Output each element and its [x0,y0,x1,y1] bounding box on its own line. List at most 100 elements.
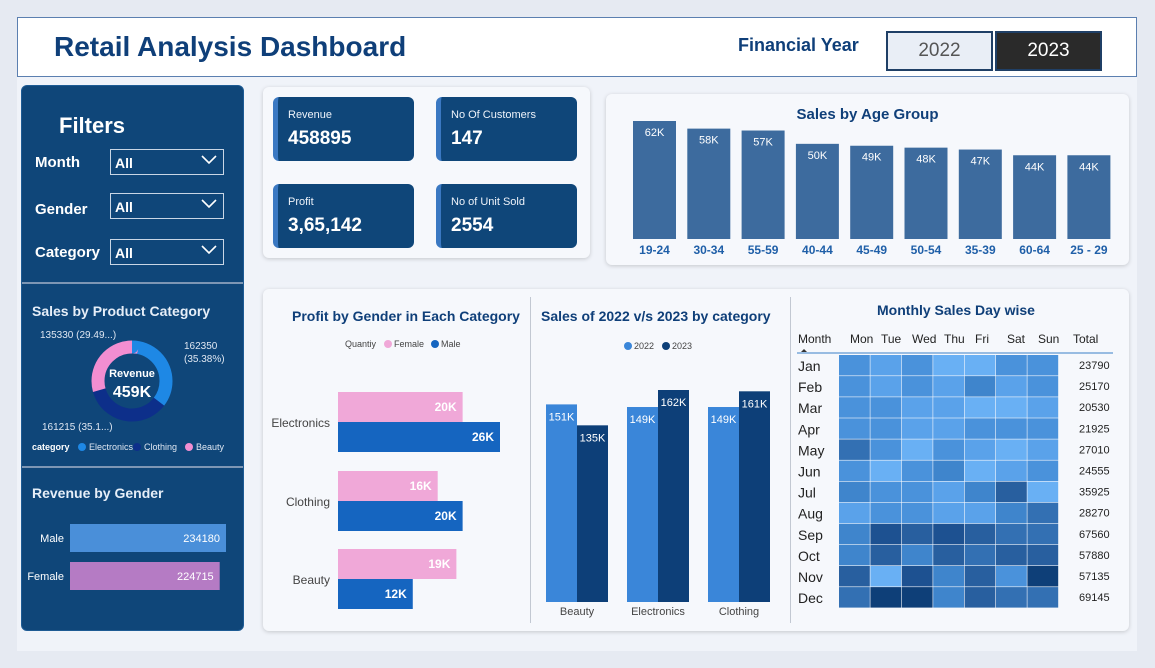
heatmap-cell [901,587,933,608]
heatmap-cell [1027,439,1059,460]
analysis-card: Profit by Gender in Each Category Quanti… [263,289,1129,631]
heatmap-cell [839,376,870,397]
age-bar-label: 58K [699,135,719,147]
profit-data-label: 12K [385,587,407,601]
legend-marker [133,443,141,451]
heatmap-month-label: Oct [798,548,820,564]
gender-filter-label: Gender [35,201,88,218]
profit-tick-label: Electronics [271,416,330,430]
heatmap-cell [839,544,870,566]
heatmap-cell [1027,376,1059,397]
gender-data-label: 224715 [177,571,214,583]
age-group-card: Sales by Age Group 62K 19-24 58K 30-34 57K 55… [606,94,1129,265]
heatmap-month-label: May [798,442,824,458]
category-filter-label: Category [35,244,101,261]
heatmap-total-value: 21925 [1079,423,1110,435]
kpi-revenue: Revenue 458895 [273,97,414,161]
heatmap-cell [996,418,1027,439]
heatmap-cell [870,439,902,460]
heatmap-column-header: Fri [975,332,989,346]
heatmap-month-label: Jul [798,485,816,501]
heatmap-total-value: 25170 [1079,381,1110,393]
filters-title: Filters [59,113,126,138]
kpi-revenue-value: 458895 [288,128,352,149]
revenue-gender-chart: Male 234180 Female 224715 [27,524,226,590]
legend-label: Beauty [196,442,225,452]
kpi-customers: No Of Customers 147 [436,97,577,161]
heatmap-cell [901,355,933,376]
heatmap-cell [839,439,870,460]
legend-marker [384,340,392,348]
kpi-customers-value: 147 [451,128,483,149]
year-2022-button[interactable]: 2022 [886,31,993,71]
age-bar-label: 57K [753,137,773,149]
heatmap-month-label: Dec [798,590,823,606]
heatmap-month-label: Jan [798,358,821,374]
heatmap-cell [933,587,964,608]
donut-legend-title: category [32,442,70,452]
heatmap-cell [839,587,870,608]
age-bar-label: 62K [645,127,665,139]
heatmap-cell [933,502,964,524]
month-filter-select[interactable]: All [110,149,224,175]
yoy-data-label: 161K [742,398,768,410]
product-category-donut-chart: Revenue 459K 162350 (35.38%) 161215 (35.1...… [32,330,225,452]
heatmap-cell [870,397,902,418]
legend-label: 2022 [634,341,654,351]
yoy-bar [627,407,658,602]
legend-label: Male [441,339,461,349]
gender-filter-select[interactable]: All [110,193,224,219]
heatmap-cell [996,355,1027,376]
yoy-bar [546,404,577,602]
heatmap-cell [839,502,870,524]
heatmap-cell [964,397,996,418]
age-bar-label: 48K [916,154,936,166]
profit-data-label: 19K [428,557,450,571]
financial-year-label: Financial Year [738,35,859,55]
heatmap-column-header: Month [798,332,831,346]
legend-marker [431,340,439,348]
kpi-profit: Profit 3,65,142 [273,184,414,248]
heatmap-month-label: Apr [798,421,820,437]
heatmap-column-header: Thu [944,332,965,346]
page-title: Retail Analysis Dashboard [54,31,407,62]
profit-gender-chart: Quantiy Female Male Electronics 20K 26K Clothi… [271,339,500,609]
category-filter-select[interactable]: All [110,239,224,265]
heatmap-cell [964,587,996,608]
heatmap-cell [870,502,902,524]
sales-yoy-chart: 2022 2023 151K 135K Beauty 149K 162K Electronic… [546,341,770,618]
kpi-units: No of Unit Sold 2554 [436,184,577,248]
donut-data-label: 162350 (35.38%) [184,341,225,365]
yoy-tick-label: Clothing [719,606,759,618]
age-bar-label: 49K [862,152,882,164]
heatmap-cell [964,566,996,587]
header-bar: Retail Analysis Dashboard Financial Year… [17,17,1137,77]
heatmap-total-value: 67560 [1079,529,1110,541]
heatmap-cell [933,355,964,376]
heatmap-month-label: Sep [798,527,823,543]
heatmap-cell [964,376,996,397]
heatmap-total-value: 57135 [1079,571,1110,583]
heatmap-cell [901,481,933,503]
profit-data-label: 20K [435,400,457,414]
heatmap-cell [964,544,996,566]
age-bar-label: 47K [971,156,991,168]
heatmap-total-value: 35925 [1079,487,1110,499]
heatmap-cell [1027,544,1059,566]
heatmap-cell [839,418,870,439]
age-tick-label: 40-44 [802,243,833,257]
year-2023-button[interactable]: 2023 [995,31,1102,71]
age-tick-label: 35-39 [965,243,996,257]
heatmap-cell [870,587,902,608]
sidebar-divider [22,282,243,284]
chevron-down-icon [201,245,217,255]
month-filter-value: All [115,155,133,171]
donut-data-label: 135330 (29.49...) [40,330,116,341]
heatmap-cell [1027,418,1059,439]
heatmap-cell [901,523,933,545]
yoy-bar [577,425,608,602]
yoy-data-label: 149K [630,414,656,426]
age-tick-label: 19-24 [639,243,670,257]
yoy-data-label: 149K [711,414,737,426]
profit-gender-title: Profit by Gender in Each Category [292,308,520,324]
